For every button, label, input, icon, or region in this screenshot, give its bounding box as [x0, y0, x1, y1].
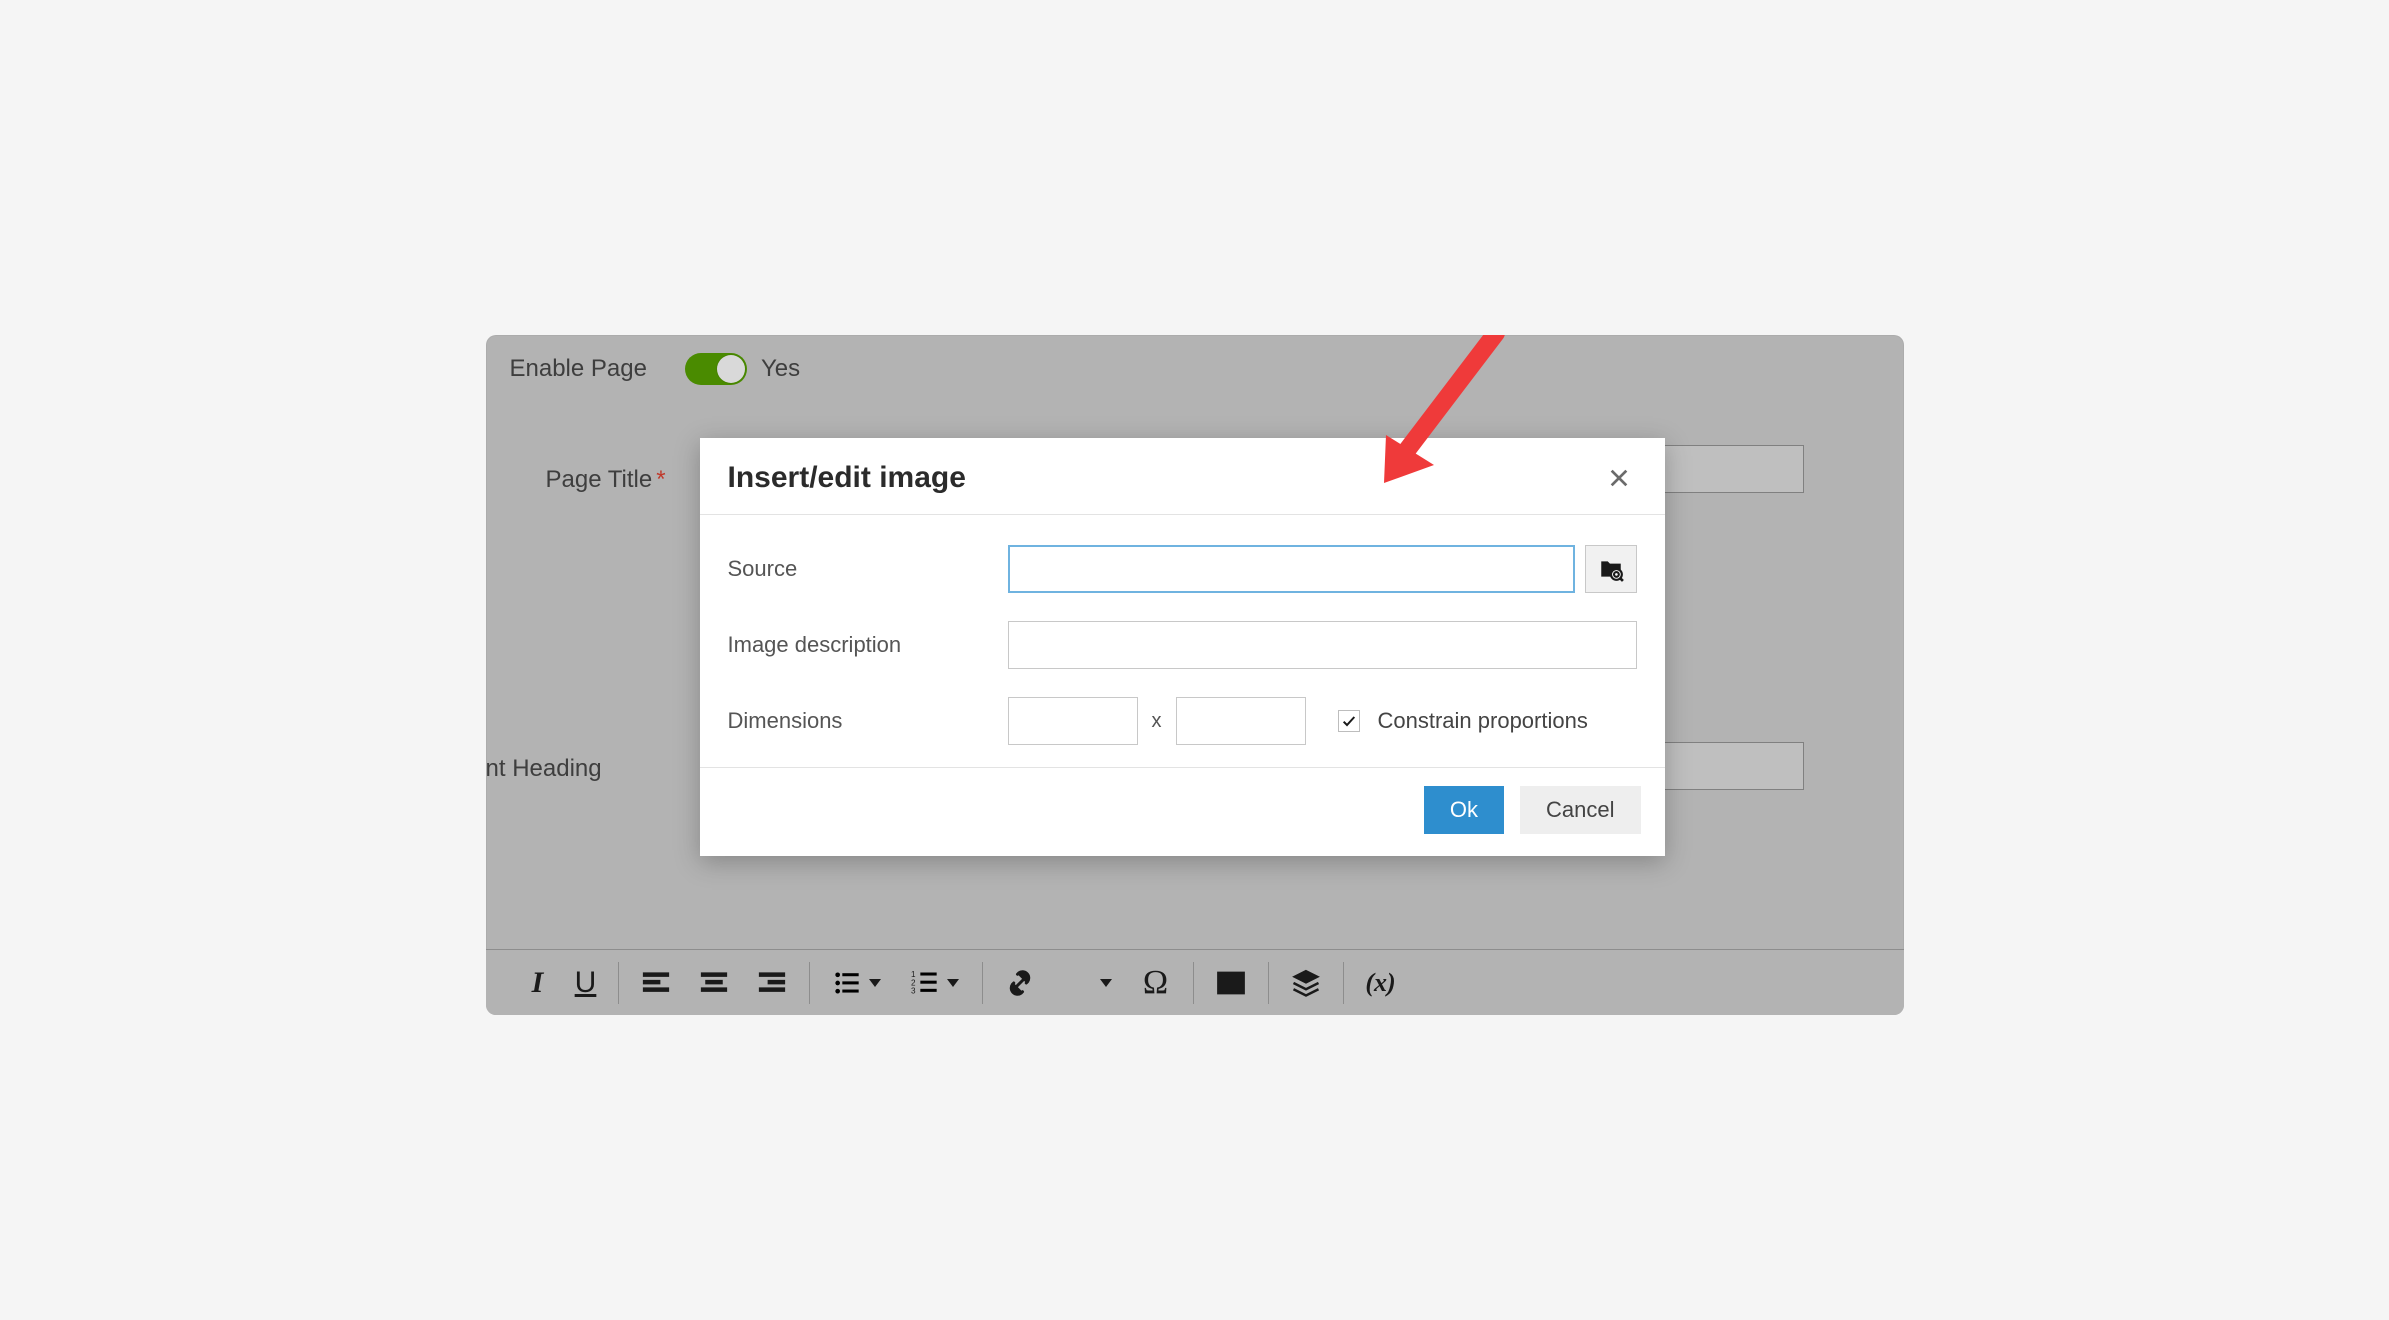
toolbar-separator [618, 962, 619, 1004]
height-input[interactable] [1176, 697, 1306, 745]
content-heading-label: tent Heading [486, 755, 602, 783]
numbered-list-icon: 123 [911, 969, 939, 997]
page-title-label: Page Title [546, 466, 653, 494]
source-input[interactable] [1008, 545, 1575, 593]
toolbar-separator [809, 962, 810, 1004]
insert-image-dialog: Insert/edit image Source [700, 438, 1665, 856]
browse-button[interactable] [1585, 545, 1637, 593]
dialog-footer: Ok Cancel [700, 767, 1665, 856]
close-button[interactable] [1601, 460, 1637, 496]
dropdown-caret-icon [869, 979, 881, 987]
constrain-label: Constrain proportions [1378, 708, 1588, 734]
checkmark-icon [1341, 713, 1357, 729]
numbered-list-button[interactable]: 123 [896, 955, 974, 1011]
toolbar-separator [982, 962, 983, 1004]
source-row: Source [728, 531, 1637, 607]
align-left-icon [641, 968, 671, 998]
dialog-title: Insert/edit image [728, 461, 966, 495]
dimensions-row: Dimensions x Constrain proportions [728, 683, 1637, 759]
align-center-button[interactable] [685, 955, 743, 1011]
align-left-button[interactable] [627, 955, 685, 1011]
dimensions-separator: x [1148, 710, 1166, 733]
page-title-row: Page Title * [546, 466, 666, 494]
width-input[interactable] [1008, 697, 1138, 745]
bullet-list-icon [833, 969, 861, 997]
toolbar-separator [1268, 962, 1269, 1004]
enable-page-toggle[interactable] [685, 353, 747, 385]
widget-icon [1291, 968, 1321, 998]
link-button[interactable] [991, 955, 1049, 1011]
variable-button[interactable]: (x) [1352, 955, 1410, 1011]
align-right-button[interactable] [743, 955, 801, 1011]
special-char-button[interactable]: Ω [1127, 955, 1185, 1011]
insert-image-button[interactable] [1202, 955, 1260, 1011]
content-heading-row: tent Heading [486, 755, 602, 783]
description-label: Image description [728, 632, 1008, 658]
dialog-body: Source Image [700, 515, 1665, 767]
dropdown-caret-icon [1100, 979, 1112, 987]
link-icon [1005, 968, 1035, 998]
editor-toolbar: I U 123 [486, 949, 1904, 1015]
required-marker: * [656, 466, 665, 494]
close-icon [1608, 467, 1630, 489]
enable-page-row: Enable Page Yes [510, 353, 801, 385]
align-center-icon [699, 968, 729, 998]
image-icon [1216, 968, 1246, 998]
constrain-checkbox[interactable] [1338, 710, 1360, 732]
enable-page-label: Enable Page [510, 355, 647, 383]
underline-button[interactable]: U [562, 955, 610, 1011]
source-label: Source [728, 556, 1008, 582]
svg-text:3: 3 [911, 986, 916, 995]
align-right-icon [757, 968, 787, 998]
editor-panel: Enable Page Yes Page Title * tent Headin… [486, 335, 1904, 1015]
cancel-button[interactable]: Cancel [1520, 786, 1640, 834]
dimensions-label: Dimensions [728, 708, 1008, 734]
dialog-header: Insert/edit image [700, 438, 1665, 515]
toolbar-separator [1193, 962, 1194, 1004]
bullet-list-button[interactable] [818, 955, 896, 1011]
dropdown-caret-icon [947, 979, 959, 987]
table-icon [1064, 969, 1092, 997]
table-button[interactable] [1049, 955, 1127, 1011]
enable-page-value: Yes [761, 355, 800, 383]
description-row: Image description [728, 607, 1637, 683]
widget-button[interactable] [1277, 955, 1335, 1011]
toolbar-separator [1343, 962, 1344, 1004]
italic-button[interactable]: I [514, 955, 562, 1011]
description-input[interactable] [1008, 621, 1637, 669]
browse-folder-icon [1597, 556, 1625, 582]
ok-button[interactable]: Ok [1424, 786, 1504, 834]
